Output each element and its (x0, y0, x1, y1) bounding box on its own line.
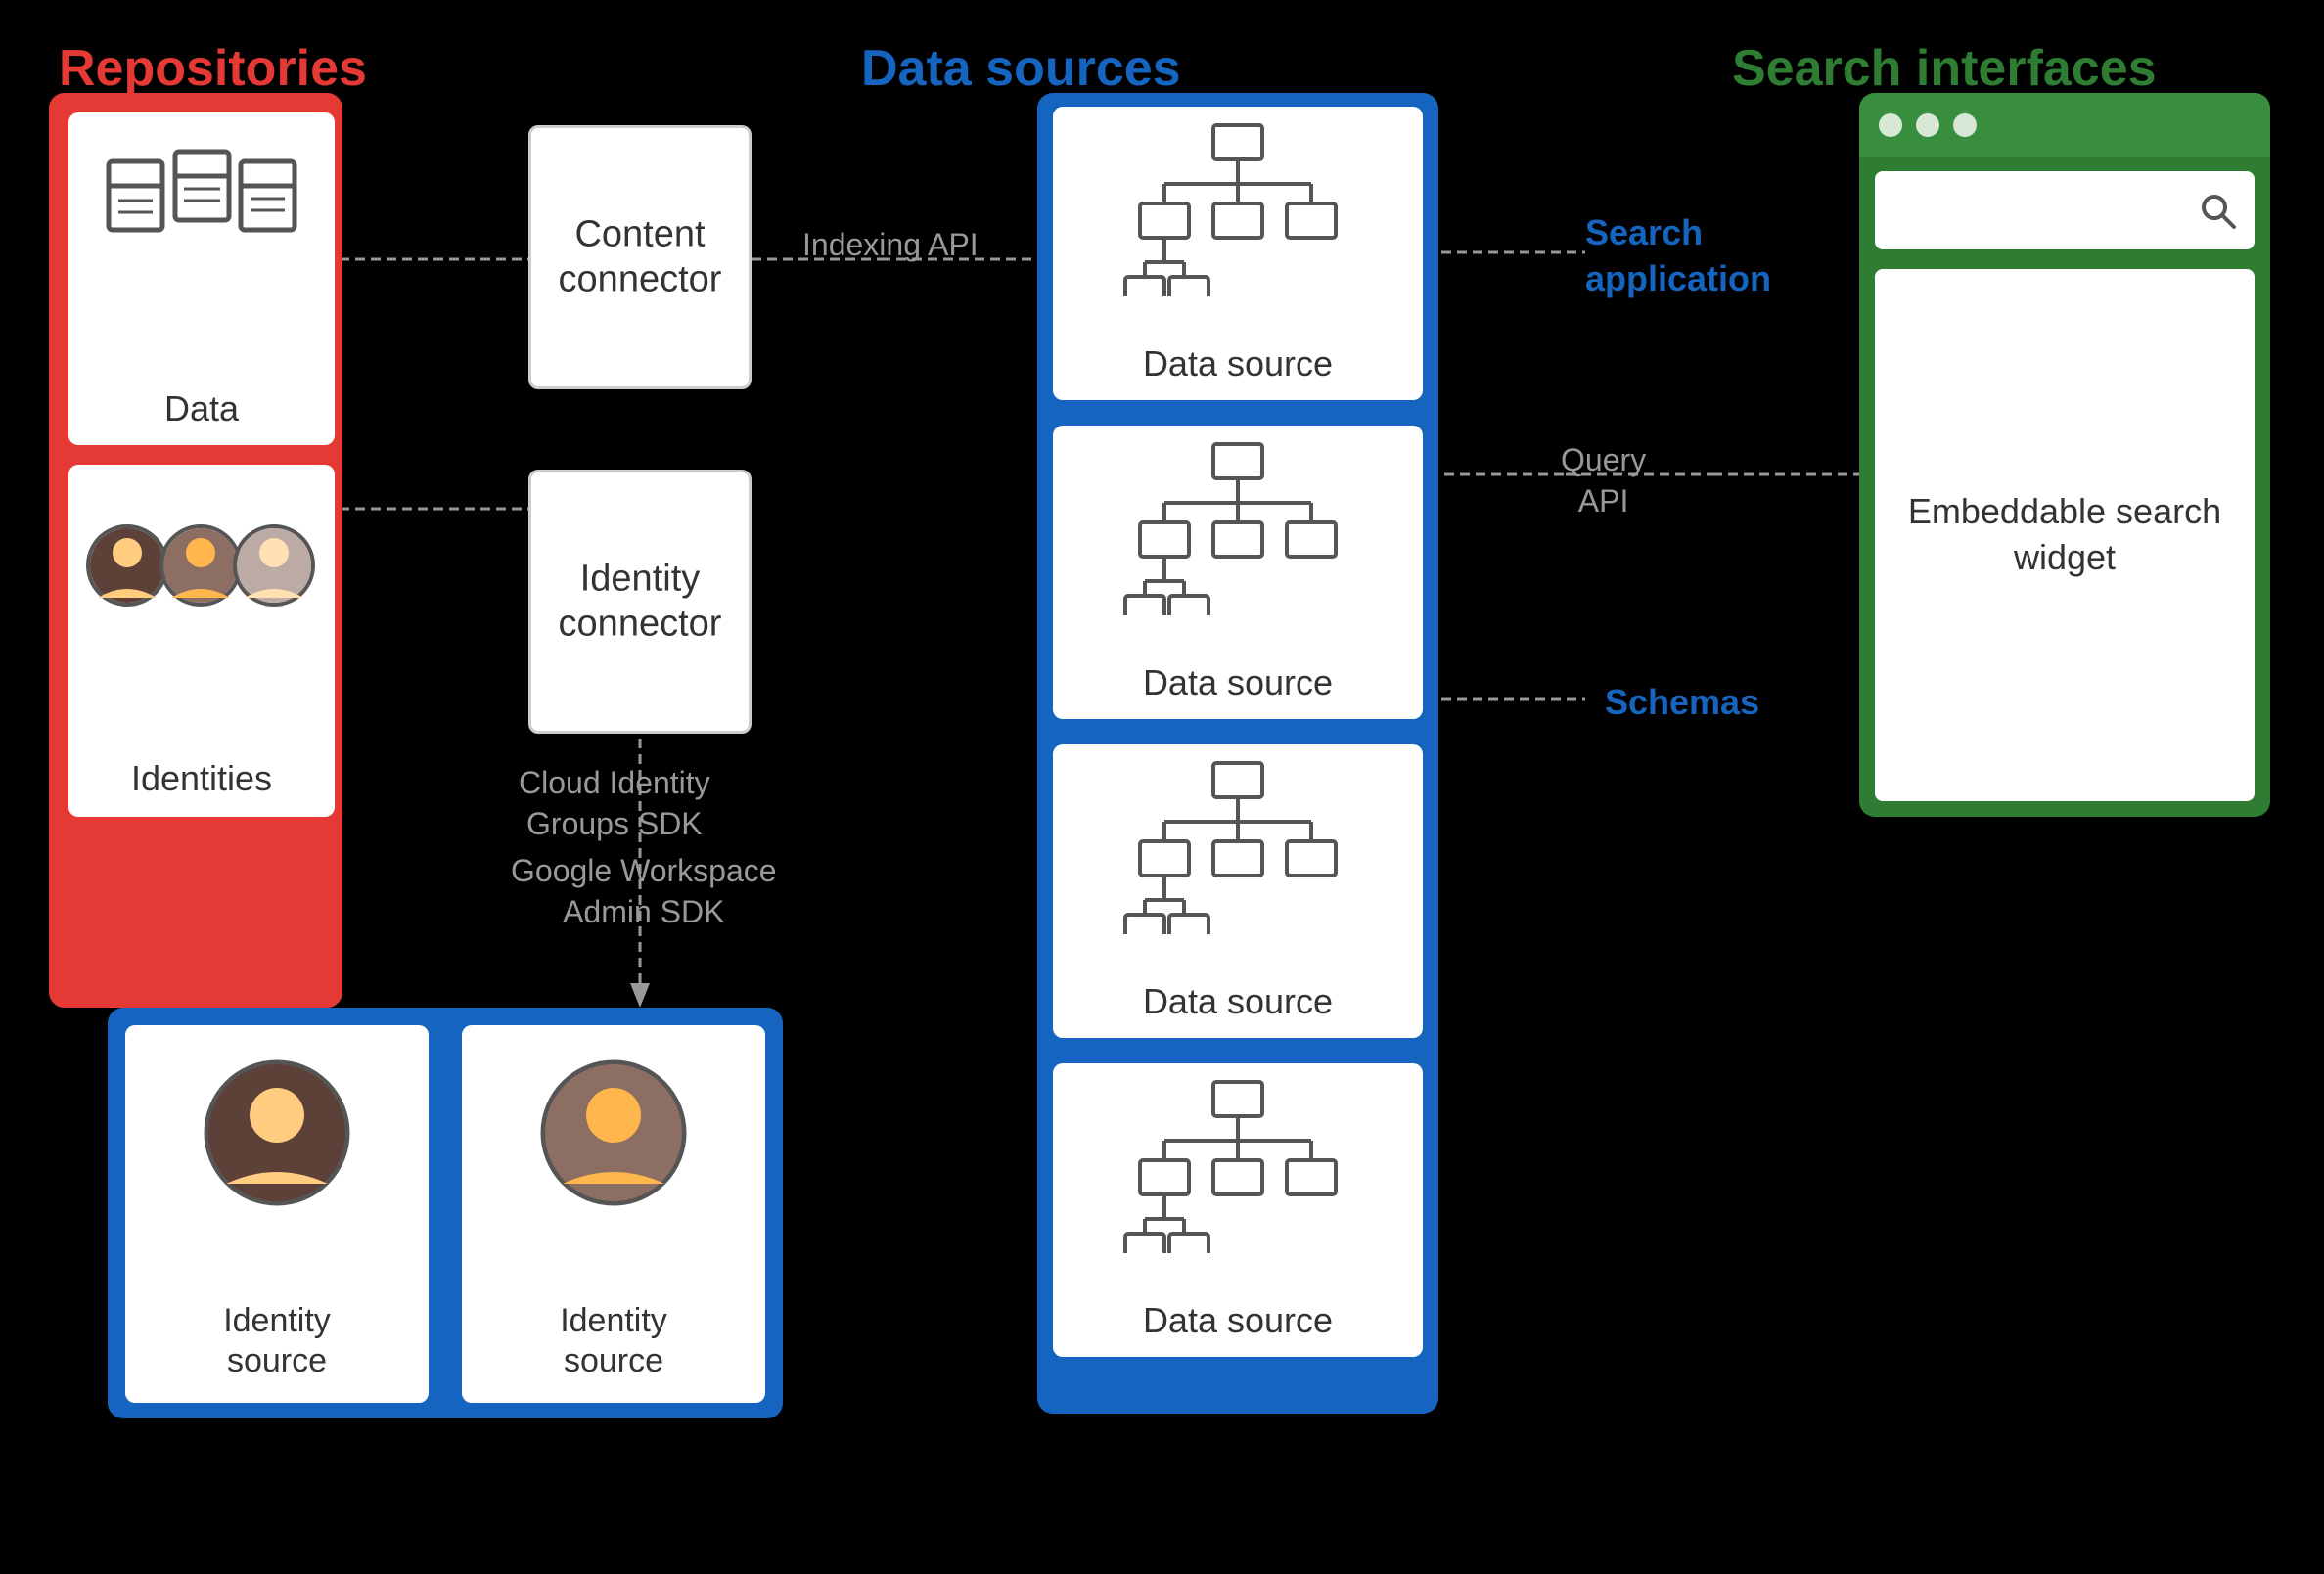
data-source-1: Data source (1053, 107, 1423, 400)
diagram-container: Repositories Data sources Search interfa… (0, 0, 2324, 1574)
repositories-label: Repositories (59, 39, 367, 98)
data-inner-box: Data (68, 112, 335, 445)
data-source-3-label: Data source (1053, 980, 1423, 1022)
identities-label: Identities (68, 757, 335, 799)
data-source-2: Data source (1053, 426, 1423, 719)
identity-source-1: Identitysource (125, 1025, 429, 1403)
search-application-label: Searchapplication (1585, 210, 1771, 302)
data-source-4-label: Data source (1053, 1299, 1423, 1341)
identity-connector-label: Identityconnector (531, 547, 749, 655)
content-connector-box: Contentconnector (528, 125, 752, 389)
repositories-container: Data Identities (49, 93, 342, 1008)
data-source-1-label: Data source (1053, 342, 1423, 384)
data-label: Data (68, 387, 335, 429)
search-interfaces-container: Embeddable search widget (1859, 93, 2270, 817)
embeddable-widget-box: Embeddable search widget (1875, 269, 2255, 801)
data-sources-label: Data sources (861, 39, 1181, 98)
identities-inner-box: Identities (68, 465, 335, 817)
window-dot-2 (1916, 113, 1939, 137)
query-api-label: QueryAPI (1561, 440, 1646, 521)
data-source-3: Data source (1053, 744, 1423, 1038)
indexing-api-label: Indexing API (802, 225, 979, 266)
identity-source-2: Identitysource (462, 1025, 765, 1403)
identity-connector-box: Identityconnector (528, 470, 752, 734)
search-bar[interactable] (1875, 171, 2255, 249)
window-dot-3 (1953, 113, 1977, 137)
window-dot-1 (1879, 113, 1902, 137)
google-workspace-label: Google WorkspaceAdmin SDK (511, 851, 777, 932)
search-interfaces-label: Search interfaces (1732, 39, 2157, 98)
identity-sources-container: Identitysource Identitysource (108, 1008, 783, 1418)
embeddable-widget-label: Embeddable search widget (1875, 489, 2255, 581)
data-source-4: Data source (1053, 1063, 1423, 1357)
content-connector-label: Contentconnector (531, 202, 749, 311)
schemas-label: Schemas (1605, 680, 1759, 726)
identity-source-2-label: Identitysource (462, 1301, 765, 1381)
data-source-2-label: Data source (1053, 661, 1423, 703)
data-sources-container: Data source Data source (1037, 93, 1438, 1414)
identity-source-1-label: Identitysource (125, 1301, 429, 1381)
cloud-identity-label: Cloud IdentityGroups SDK (519, 763, 710, 844)
